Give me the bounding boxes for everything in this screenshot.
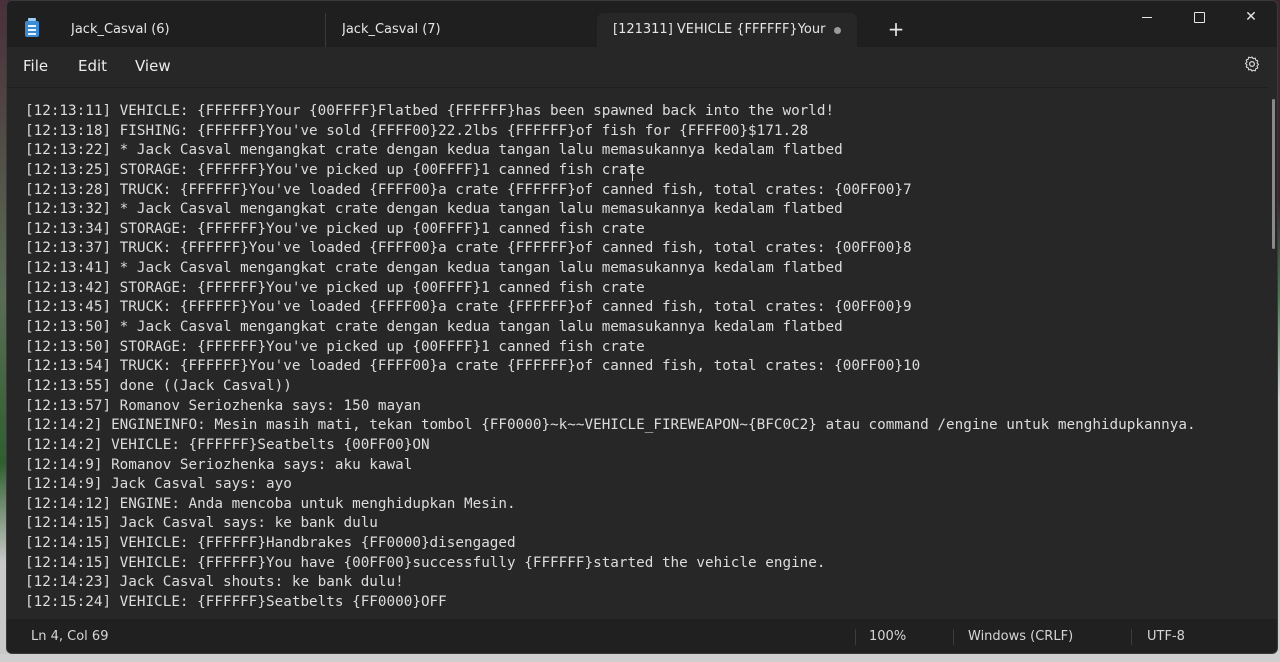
gear-icon[interactable]	[1243, 55, 1261, 73]
text-line[interactable]: [12:14:15] Jack Casval says: ke bank dul…	[25, 514, 1196, 534]
text-line[interactable]: [12:13:28] TRUCK: {FFFFFF}You've loaded …	[25, 181, 1196, 201]
status-bar: Ln 4, Col 69 100% Windows (CRLF) UTF-8	[7, 619, 1277, 653]
cursor-position: Ln 4, Col 69	[31, 629, 109, 644]
plus-icon: +	[887, 17, 905, 41]
text-line[interactable]: [12:14:12] ENGINE: Anda mencoba untuk me…	[25, 495, 1196, 515]
maximize-icon	[1193, 11, 1205, 23]
text-caret	[632, 164, 633, 181]
vertical-scrollbar[interactable]	[1269, 87, 1277, 617]
text-editor[interactable]: [12:13:11] VEHICLE: {FFFFFF}Your {00FFFF…	[7, 87, 1269, 618]
status-divider	[1131, 629, 1132, 645]
text-line[interactable]: [12:13:25] STORAGE: {FFFFFF}You've picke…	[25, 161, 1196, 181]
menu-bar: File Edit View	[7, 47, 1277, 85]
new-tab-button[interactable]: +	[879, 14, 913, 44]
status-divider	[953, 629, 954, 645]
text-line[interactable]: [12:14:15] VEHICLE: {FFFFFF}Handbrakes {…	[25, 534, 1196, 554]
text-line[interactable]: [12:13:37] TRUCK: {FFFFFF}You've loaded …	[25, 239, 1196, 259]
tab-label: Jack_Casval (6)	[71, 22, 170, 37]
menu-file[interactable]: File	[15, 55, 56, 77]
text-line[interactable]: [12:13:22] * Jack Casval mengangkat crat…	[25, 141, 1196, 161]
title-bar[interactable]: Jack_Casval (6) Jack_Casval (7) [121311]…	[7, 1, 1277, 47]
notepad-icon	[25, 18, 39, 37]
minimize-button[interactable]	[1121, 1, 1173, 35]
tab-label: Jack_Casval (7)	[342, 22, 441, 37]
text-line[interactable]: [12:13:50] STORAGE: {FFFFFF}You've picke…	[25, 338, 1196, 358]
tab-label: [121311] VEHICLE {FFFFFF}Your {00FF	[613, 22, 831, 37]
text-line[interactable]: [12:13:34] STORAGE: {FFFFFF}You've picke…	[25, 220, 1196, 240]
tab-jack-casval-7[interactable]: Jack_Casval (7)	[325, 13, 600, 47]
unsaved-indicator-icon[interactable]	[834, 27, 841, 34]
tab-jack-casval-6[interactable]: Jack_Casval (6)	[55, 13, 325, 47]
text-line[interactable]: [12:14:2] ENGINEINFO: Mesin masih mati, …	[25, 416, 1196, 436]
line-ending[interactable]: Windows (CRLF)	[968, 619, 1073, 653]
status-divider	[855, 629, 856, 645]
text-line[interactable]: [12:14:9] Romanov Seriozhenka says: aku …	[25, 456, 1196, 476]
desktop-background-bottom	[0, 654, 1280, 662]
text-line[interactable]: [12:13:32] * Jack Casval mengangkat crat…	[25, 200, 1196, 220]
close-icon: ✕	[1245, 9, 1257, 25]
text-line[interactable]: [12:13:11] VEHICLE: {FFFFFF}Your {00FFFF…	[25, 102, 1196, 122]
menu-edit[interactable]: Edit	[70, 55, 115, 77]
tab-active-document[interactable]: [121311] VEHICLE {FFFFFF}Your {00FF	[597, 13, 857, 47]
text-line[interactable]: [12:14:9] Jack Casval says: ayo	[25, 475, 1196, 495]
text-line[interactable]: [12:13:18] FISHING: {FFFFFF}You've sold …	[25, 122, 1196, 142]
text-line[interactable]: [12:13:42] STORAGE: {FFFFFF}You've picke…	[25, 279, 1196, 299]
notepad-window: Jack_Casval (6) Jack_Casval (7) [121311]…	[6, 0, 1278, 654]
text-line[interactable]: [12:13:55] done ((Jack Casval))	[25, 377, 1196, 397]
text-line[interactable]: [12:13:54] TRUCK: {FFFFFF}You've loaded …	[25, 357, 1196, 377]
menu-view[interactable]: View	[127, 55, 179, 77]
maximize-button[interactable]	[1173, 1, 1225, 35]
text-line[interactable]: [12:15:24] VEHICLE: {FFFFFF}Seatbelts {F…	[25, 593, 1196, 613]
text-line[interactable]: [12:14:2] VEHICLE: {FFFFFF}Seatbelts {00…	[25, 436, 1196, 456]
text-content[interactable]: [12:13:11] VEHICLE: {FFFFFF}Your {00FFFF…	[25, 102, 1196, 613]
minimize-icon	[1142, 16, 1152, 18]
encoding[interactable]: UTF-8	[1147, 619, 1185, 653]
text-line[interactable]: [12:13:41] * Jack Casval mengangkat crat…	[25, 259, 1196, 279]
text-line[interactable]: [12:13:45] TRUCK: {FFFFFF}You've loaded …	[25, 298, 1196, 318]
text-line[interactable]: [12:13:50] * Jack Casval mengangkat crat…	[25, 318, 1196, 338]
scrollbar-thumb[interactable]	[1272, 99, 1275, 249]
zoom-level[interactable]: 100%	[869, 619, 906, 653]
close-button[interactable]: ✕	[1225, 1, 1277, 35]
text-line[interactable]: [12:13:57] Romanov Seriozhenka says: 150…	[25, 397, 1196, 417]
text-line[interactable]: [12:14:15] VEHICLE: {FFFFFF}You have {00…	[25, 554, 1196, 574]
text-line[interactable]: [12:14:23] Jack Casval shouts: ke bank d…	[25, 573, 1196, 593]
